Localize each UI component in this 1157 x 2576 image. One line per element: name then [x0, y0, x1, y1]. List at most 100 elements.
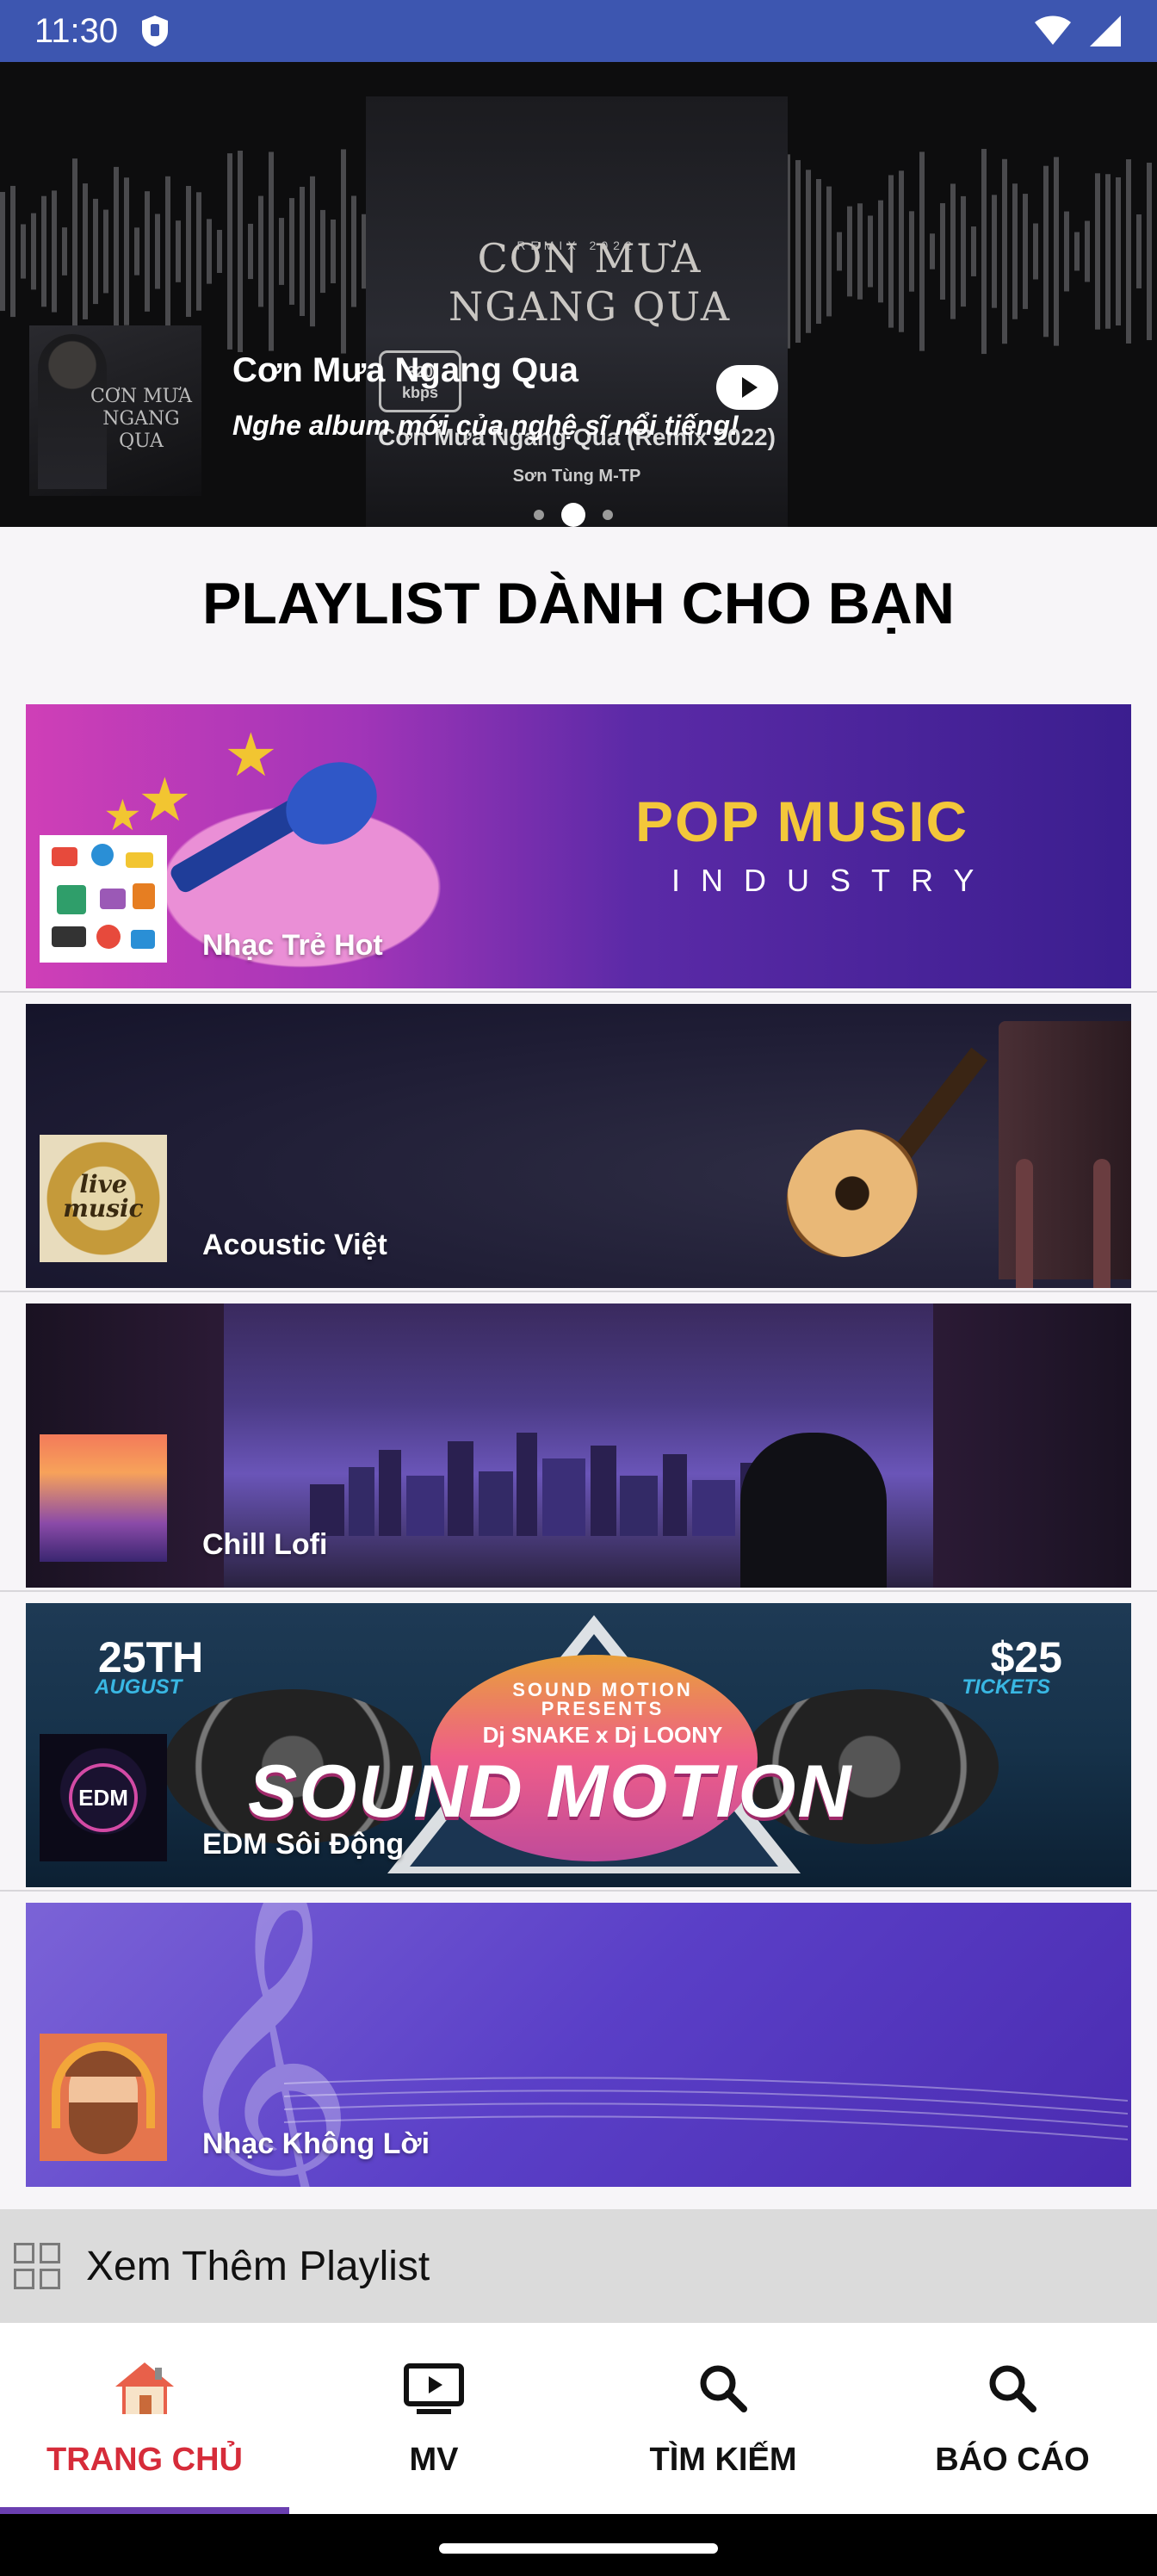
playlist-card-nhac-tre-hot[interactable]: ★ ★ ★ POP MUSIC INDUSTRY Nhạc Trẻ Hot: [26, 704, 1131, 988]
equalizer-bar: [971, 226, 976, 276]
playlist-thumbnail: [40, 1434, 167, 1562]
nav-report[interactable]: BÁO CÁO: [868, 2323, 1157, 2514]
equalizer-bar: [103, 209, 108, 294]
equalizer-bar: [176, 220, 181, 282]
playlist-thumbnail: live music: [40, 1135, 167, 1262]
featured-banner[interactable]: REMIX 2022 CƠN MƯA NGANG QUA Cơn Mưa Nga…: [0, 62, 1157, 527]
play-icon[interactable]: [716, 365, 778, 410]
more-playlists-button[interactable]: Xem Thêm Playlist: [0, 2209, 1157, 2323]
playlist-card-nhac-khong-loi[interactable]: 𝄞 Nhạc Không Lời: [26, 1903, 1131, 2187]
divider: [0, 1890, 1157, 1892]
equalizer-bar: [227, 153, 232, 350]
shield-icon: [142, 15, 169, 46]
status-time: 11:30: [34, 11, 119, 50]
bottom-navigation: TRANG CHỦ MV TÌM KIẾM BÁO CÁO: [0, 2323, 1157, 2514]
equalizer-bar: [351, 195, 356, 307]
equalizer-bar: [331, 219, 336, 284]
app-screen: 11:30 REMIX 2022 CƠN MƯA NGANG QUA Cơn M…: [0, 0, 1157, 2576]
equalizer-bar: [217, 229, 222, 274]
equalizer-bar: [341, 149, 346, 354]
poster-month: AUGUST: [95, 1675, 183, 1699]
equalizer-bar: [124, 177, 129, 325]
equalizer-bar: [1126, 159, 1131, 344]
equalizer-bar: [207, 219, 212, 284]
equalizer-bar: [1105, 174, 1111, 329]
playlist-thumbnail: EDM: [40, 1734, 167, 1861]
tv-play-icon: [404, 2363, 464, 2414]
pager-dot-active[interactable]: [561, 503, 585, 527]
home-gesture-handle[interactable]: [439, 2543, 718, 2554]
equalizer-bar: [155, 214, 160, 289]
carousel-pager[interactable]: [534, 503, 613, 527]
equalizer-bar: [816, 178, 821, 325]
equalizer-bar: [1074, 232, 1080, 271]
equalizer-bar: [940, 203, 945, 300]
thumbnail-text: live music: [63, 1170, 144, 1223]
section-title: PLAYLIST DÀNH CHO BẠN: [202, 571, 955, 636]
equalizer-bar: [806, 170, 811, 333]
poster-presents: SOUND MOTION PRESENTS: [512, 1679, 693, 1719]
equalizer-bar: [992, 195, 997, 308]
equalizer-bar: [72, 158, 77, 344]
equalizer-bar: [52, 190, 57, 313]
playlist-card-chill-lofi[interactable]: Chill Lofi: [26, 1303, 1131, 1588]
star-decor: ★: [224, 721, 278, 789]
poster-tickets: TICKETS: [962, 1675, 1050, 1699]
home-icon: [115, 2362, 174, 2414]
equalizer-bar: [21, 224, 26, 279]
equalizer-bar: [310, 176, 315, 327]
equalizer-bar: [888, 175, 894, 328]
equalizer-bar: [134, 227, 139, 276]
equalizer-bar: [258, 195, 263, 307]
equalizer-bar: [847, 206, 852, 297]
cat-silhouette: [740, 1433, 887, 1588]
playlist-label: EDM Sôi Động: [202, 1828, 405, 1861]
card-art-title: POP MUSIC: [635, 790, 969, 853]
search-icon: [700, 2365, 747, 2412]
playlist-thumbnail: [40, 2034, 167, 2161]
equalizer-bar: [10, 185, 15, 318]
equalizer-bar: [1064, 211, 1069, 292]
star-decor: ★: [138, 766, 192, 833]
pager-dot[interactable]: [534, 510, 544, 520]
equalizer-bar: [1085, 220, 1090, 282]
equalizer-bar: [795, 159, 801, 344]
equalizer-bar: [1012, 183, 1018, 319]
nav-mv[interactable]: MV: [289, 2323, 578, 2514]
poster-djs: Dj SNAKE x Dj LOONY: [482, 1722, 723, 1748]
playlist-card-acoustic-viet[interactable]: live music Acoustic Việt: [26, 1004, 1131, 1288]
equalizer-bar: [826, 186, 832, 317]
nav-label: TRANG CHỦ: [46, 2442, 243, 2478]
album-cover-large: REMIX 2022 CƠN MƯA NGANG QUA Cơn Mưa Nga…: [366, 96, 788, 527]
banner-title: Cơn Mưa Ngang Qua: [232, 351, 578, 389]
equalizer-bar: [909, 211, 914, 292]
equalizer-bar: [186, 185, 191, 318]
signal-icon: [1090, 15, 1121, 46]
equalizer-bar: [300, 186, 305, 317]
thumbnail-text: EDM: [69, 1763, 138, 1832]
equalizer-bar: [1002, 158, 1007, 344]
nav-search[interactable]: TÌM KIẾM: [578, 2323, 868, 2514]
equalizer-bar: [1095, 173, 1100, 330]
equalizer-bar: [31, 213, 36, 290]
playlist-label: Nhạc Trẻ Hot: [202, 929, 383, 962]
equalizer-bar: [919, 152, 925, 351]
equalizer-bar: [857, 203, 863, 300]
thumbnail-title: CƠN MƯA NGANG QUA: [90, 386, 193, 452]
divider: [0, 991, 1157, 993]
equalizer-bar: [930, 233, 935, 269]
headphones-icon: [52, 2042, 155, 2128]
equalizer-bar: [289, 198, 294, 305]
nav-home[interactable]: TRANG CHỦ: [0, 2323, 289, 2514]
equalizer-bar: [1054, 157, 1059, 346]
equalizer-bar: [837, 232, 842, 271]
equalizer-bar: [1136, 214, 1142, 288]
equalizer-bar: [320, 209, 325, 294]
pager-dot[interactable]: [603, 510, 613, 520]
equalizer-bar: [41, 195, 46, 307]
piano-decor: [999, 1021, 1131, 1288]
equalizer-bar: [1116, 176, 1121, 326]
equalizer-bar: [145, 191, 150, 312]
cover-title-art: CƠN MƯA NGANG QUA: [448, 235, 732, 330]
playlist-card-edm-soi-dong[interactable]: SOUND MOTION PRESENTS Dj SNAKE x Dj LOON…: [26, 1603, 1131, 1887]
